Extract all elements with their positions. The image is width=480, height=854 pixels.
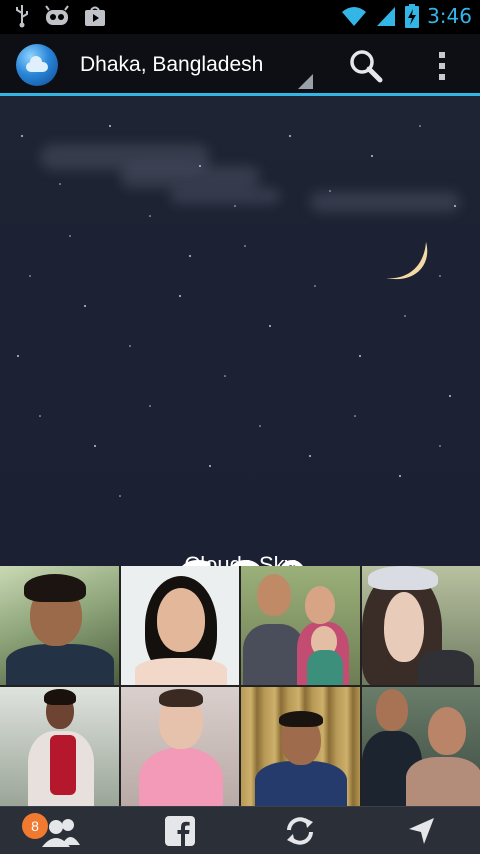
usb-icon [16, 5, 28, 28]
cloud-wisp [170, 188, 280, 204]
status-bar: 3:46 [0, 0, 480, 34]
android-icon [45, 5, 69, 25]
search-icon[interactable] [348, 48, 384, 84]
friends-photo-grid [0, 566, 480, 806]
status-right-icons: 3:46 [341, 4, 472, 28]
photo-family-group[interactable] [241, 566, 360, 685]
photo-man-bamboo-background[interactable] [241, 687, 360, 806]
photo-woman-in-saree[interactable] [0, 687, 119, 806]
photo-young-man-outdoors[interactable] [0, 566, 119, 685]
status-left-icons [14, 4, 106, 28]
friends-count-badge: 8 [22, 813, 48, 839]
location-arrow-icon [409, 818, 434, 844]
action-bar: Dhaka, Bangladesh [0, 34, 480, 96]
cloud-wisp [120, 166, 260, 188]
status-time: 3:46 [427, 4, 472, 28]
wifi-icon [342, 7, 367, 26]
photo-man-and-older-woman[interactable] [361, 687, 480, 806]
play-store-icon [85, 6, 105, 26]
bottom-action-bar: 8 [0, 806, 480, 854]
refresh-button[interactable] [270, 811, 330, 851]
weather-logo-icon[interactable] [16, 44, 58, 86]
location-selector[interactable]: Dhaka, Bangladesh [80, 53, 263, 77]
facebook-icon [165, 816, 195, 846]
crescent-moon-icon [386, 242, 428, 280]
photo-baby-pink-dress[interactable] [120, 687, 239, 806]
dropdown-caret-icon[interactable] [298, 74, 313, 89]
friends-button[interactable]: 8 [22, 811, 90, 851]
signal-icon [377, 7, 396, 26]
photo-doll[interactable] [361, 566, 480, 685]
weather-app-screen: 3:46 Dhaka, Bangladesh Clouds Sky 8 [0, 0, 480, 854]
battery-charging-icon [405, 4, 420, 28]
refresh-icon [287, 817, 313, 845]
overflow-menu-icon[interactable] [430, 48, 454, 84]
photo-woman-portrait[interactable] [120, 566, 239, 685]
cloud-wisp [310, 192, 460, 212]
facebook-button[interactable] [150, 811, 210, 851]
weather-background: 60° [0, 96, 480, 566]
location-button[interactable] [392, 811, 452, 851]
